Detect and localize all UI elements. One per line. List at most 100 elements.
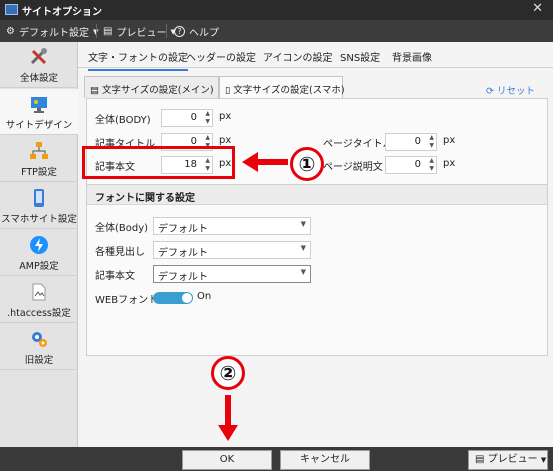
page-title-size-stepper[interactable]: 0 ▲ ▼ [385, 133, 437, 151]
preview-icon: ▤ [103, 26, 113, 37]
unit-label: px [443, 158, 456, 169]
lightning-icon [30, 236, 48, 254]
phone-icon: ▯ [225, 85, 231, 96]
sidebar-item-legacy[interactable]: 旧設定 [0, 324, 78, 370]
font-panel-heading: フォントに関する設定 [87, 185, 547, 205]
window-title: サイトオプション [22, 7, 102, 18]
stepper-value: 0 [414, 159, 421, 170]
stepper-arrows-icon[interactable]: ▲ ▼ [429, 157, 434, 173]
article-font-label: 記事本文 [95, 271, 135, 282]
refresh-icon: ⟳ [485, 86, 494, 97]
font-settings-panel: フォントに関する設定 全体(Body) デフォルト ▼ 各種見出し デフォルト … [86, 184, 548, 356]
cancel-button[interactable]: キャンセル [280, 450, 370, 470]
sidebar-item-label: AMP設定 [19, 261, 59, 272]
chevron-down-icon: ▼ [300, 244, 306, 252]
sidebar-item-label: 旧設定 [24, 355, 54, 366]
sidebar-item-smartphone[interactable]: スマホサイト設定 [0, 183, 78, 229]
menu-bar: ⚙ デフォルト設定 ▼ ▤ プレビュー ▼ ? ヘルプ [0, 20, 553, 42]
sidebar-item-general[interactable]: 全体設定 [0, 42, 78, 88]
subtab-label: 文字サイズの設定(メイン) [102, 85, 214, 96]
tab-icon[interactable]: アイコンの設定 [263, 49, 333, 64]
default-settings-menu[interactable]: ⚙ デフォルト設定 ▼ [6, 24, 98, 39]
sub-tabs: ▤ 文字サイズの設定(メイン) ▯ 文字サイズの設定(スマホ) [84, 76, 548, 98]
tab-sns[interactable]: SNS設定 [340, 49, 380, 64]
file-icon [32, 283, 46, 301]
body-font-select[interactable]: デフォルト ▼ [153, 217, 311, 235]
title-bar: サイトオプション ✕ [0, 0, 553, 20]
help-menu[interactable]: ? ヘルプ [174, 24, 219, 39]
body-size-stepper[interactable]: 0 ▲ ▼ [161, 109, 213, 127]
stepper-arrows-icon[interactable]: ▲ ▼ [429, 134, 434, 150]
select-value: デフォルト [158, 224, 208, 235]
preview-button-label: プレビュー [487, 454, 538, 465]
close-icon[interactable]: ✕ [532, 1, 543, 16]
chevron-down-icon: ▼ [540, 456, 547, 464]
tab-header[interactable]: ヘッダーの設定 [186, 49, 256, 64]
gears-icon [32, 332, 47, 347]
page-title-size-label: ページタイトル [323, 139, 393, 150]
toggle-knob [182, 293, 192, 303]
footer-bar: OK キャンセル ▤ プレビュー ▼ [0, 447, 553, 471]
reset-label: リセット [496, 86, 535, 97]
sidebar-item-label: 全体設定 [19, 73, 58, 84]
page-desc-size-label: ページ説明文 [323, 162, 383, 173]
sidebar-item-label: スマホサイト設定 [1, 214, 77, 225]
document-icon: ▤ [475, 454, 485, 465]
subtab-label: 文字サイズの設定(スマホ) [233, 85, 345, 96]
main-content: 文字・フォントの設定 ヘッダーの設定 アイコンの設定 SNS設定 背景画像 ▤ … [78, 42, 553, 447]
sidebar-item-label: サイトデザイン [5, 120, 73, 131]
headings-font-select[interactable]: デフォルト ▼ [153, 241, 311, 259]
unit-label: px [443, 135, 456, 146]
unit-label: px [219, 135, 232, 146]
headings-font-label: 各種見出し [95, 247, 145, 258]
web-font-label: WEBフォント [95, 295, 159, 306]
sidebar: 全体設定 サイトデザイン FTP設定 スマホサイト設定 AMP設定 .htacc… [0, 42, 78, 447]
gear-icon: ⚙ [6, 26, 15, 37]
sidebar-item-site-design[interactable]: サイトデザイン [0, 89, 78, 135]
sidebar-item-htaccess[interactable]: .htaccess設定 [0, 277, 78, 323]
app-icon [5, 4, 18, 15]
body-size-label: 全体(BODY) [95, 115, 151, 126]
stepper-arrows-icon[interactable]: ▲ ▼ [205, 110, 210, 126]
annotation-highlight-box [82, 146, 235, 179]
document-icon: ▤ [90, 85, 99, 96]
annotation-badge-two: ② [211, 356, 245, 390]
chevron-down-icon: ▼ [300, 268, 306, 276]
smartphone-icon [34, 189, 44, 207]
arrow-left-icon [242, 152, 288, 172]
menu-divider [166, 24, 167, 38]
tab-background[interactable]: 背景画像 [392, 49, 432, 64]
main-tabs: 文字・フォントの設定 ヘッダーの設定 アイコンの設定 SNS設定 背景画像 [78, 42, 553, 71]
preview-label: プレビュー [116, 28, 167, 39]
select-value: デフォルト [158, 272, 208, 283]
default-settings-label: デフォルト設定 [18, 28, 89, 39]
network-icon [30, 142, 48, 159]
web-font-toggle[interactable] [153, 292, 193, 304]
tools-icon [30, 48, 47, 65]
select-value: デフォルト [158, 248, 208, 259]
sidebar-item-amp[interactable]: AMP設定 [0, 230, 78, 276]
help-label: ヘルプ [189, 28, 219, 39]
annotation-badge-one: ① [290, 147, 324, 181]
menu-divider [96, 24, 97, 38]
chevron-down-icon: ▼ [300, 220, 306, 228]
web-font-state: On [197, 291, 212, 302]
subtab-mobile-size[interactable]: ▯ 文字サイズの設定(スマホ) [219, 76, 345, 98]
unit-label: px [219, 111, 232, 122]
article-font-select[interactable]: デフォルト ▼ [153, 265, 311, 283]
help-icon: ? [174, 26, 185, 37]
preview-button[interactable]: ▤ プレビュー ▼ [468, 450, 548, 470]
ok-button[interactable]: OK [182, 450, 272, 470]
tab-text-font[interactable]: 文字・フォントの設定 [88, 49, 188, 71]
body-font-label: 全体(Body) [95, 223, 149, 234]
subtab-main-size[interactable]: ▤ 文字サイズの設定(メイン) [84, 76, 219, 98]
stepper-value: 0 [414, 136, 421, 147]
reset-link[interactable]: ⟳ リセット [486, 83, 535, 97]
stepper-value: 0 [190, 112, 197, 123]
sidebar-item-label: FTP設定 [21, 167, 57, 178]
arrow-down-icon [218, 395, 238, 441]
sidebar-item-ftp[interactable]: FTP設定 [0, 136, 78, 182]
page-desc-size-stepper[interactable]: 0 ▲ ▼ [385, 156, 437, 174]
preview-menu[interactable]: ▤ プレビュー ▼ [103, 24, 176, 39]
sidebar-item-label: .htaccess設定 [7, 308, 71, 319]
